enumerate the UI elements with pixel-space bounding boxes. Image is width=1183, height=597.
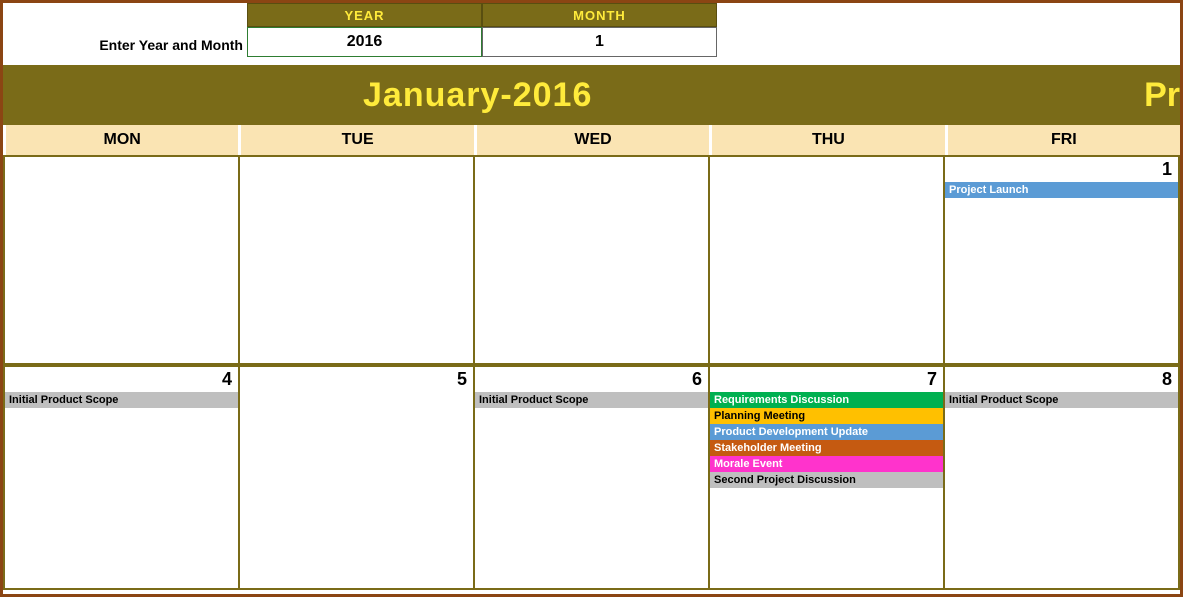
input-label: Enter Year and Month [3,3,247,57]
date-number: 7 [710,367,943,392]
year-header: YEAR [247,3,482,27]
month-header: MONTH [482,3,717,27]
day-header-tue: TUE [238,125,473,155]
event-planning-meeting[interactable]: Planning Meeting [710,408,943,424]
calendar-cell-tue-5[interactable]: 5 [238,365,473,590]
calendar-cell[interactable] [473,155,708,365]
banner-right-partial: Pr [1144,76,1180,115]
calendar-cell[interactable] [708,155,943,365]
calendar-cell[interactable] [3,155,238,365]
event-project-launch[interactable]: Project Launch [945,182,1178,198]
year-input[interactable]: 2016 [247,27,482,57]
day-header-row: MON TUE WED THU FRI [3,125,1180,155]
banner-title: January-2016 [363,76,592,115]
year-month-input-row: Enter Year and Month YEAR MONTH 2016 1 [3,3,1180,57]
month-input[interactable]: 1 [482,27,717,57]
event-stakeholder-meeting[interactable]: Stakeholder Meeting [710,440,943,456]
date-number: 1 [945,157,1178,182]
event-initial-scope[interactable]: Initial Product Scope [5,392,238,408]
month-banner: January-2016 Pr [3,65,1180,125]
day-header-wed: WED [474,125,709,155]
day-header-mon: MON [3,125,238,155]
date-number: 4 [5,367,238,392]
day-header-fri: FRI [945,125,1180,155]
calendar-row-1: 1 Project Launch [3,155,1180,365]
calendar-cell-thu-7[interactable]: 7 Requirements Discussion Planning Meeti… [708,365,943,590]
event-morale-event[interactable]: Morale Event [710,456,943,472]
event-initial-scope[interactable]: Initial Product Scope [945,392,1178,408]
event-second-project-discussion[interactable]: Second Project Discussion [710,472,943,488]
calendar-cell[interactable] [238,155,473,365]
day-header-thu: THU [709,125,944,155]
event-initial-scope[interactable]: Initial Product Scope [475,392,708,408]
date-number: 6 [475,367,708,392]
calendar-cell-fri-1[interactable]: 1 Project Launch [943,155,1180,365]
calendar-cell-wed-6[interactable]: 6 Initial Product Scope [473,365,708,590]
event-product-dev-update[interactable]: Product Development Update [710,424,943,440]
date-number: 8 [945,367,1178,392]
event-requirements-discussion[interactable]: Requirements Discussion [710,392,943,408]
calendar-cell-fri-8[interactable]: 8 Initial Product Scope [943,365,1180,590]
calendar-row-2: 4 Initial Product Scope 5 6 Initial Prod… [3,365,1180,590]
date-number: 5 [240,367,473,392]
calendar-cell-mon-4[interactable]: 4 Initial Product Scope [3,365,238,590]
